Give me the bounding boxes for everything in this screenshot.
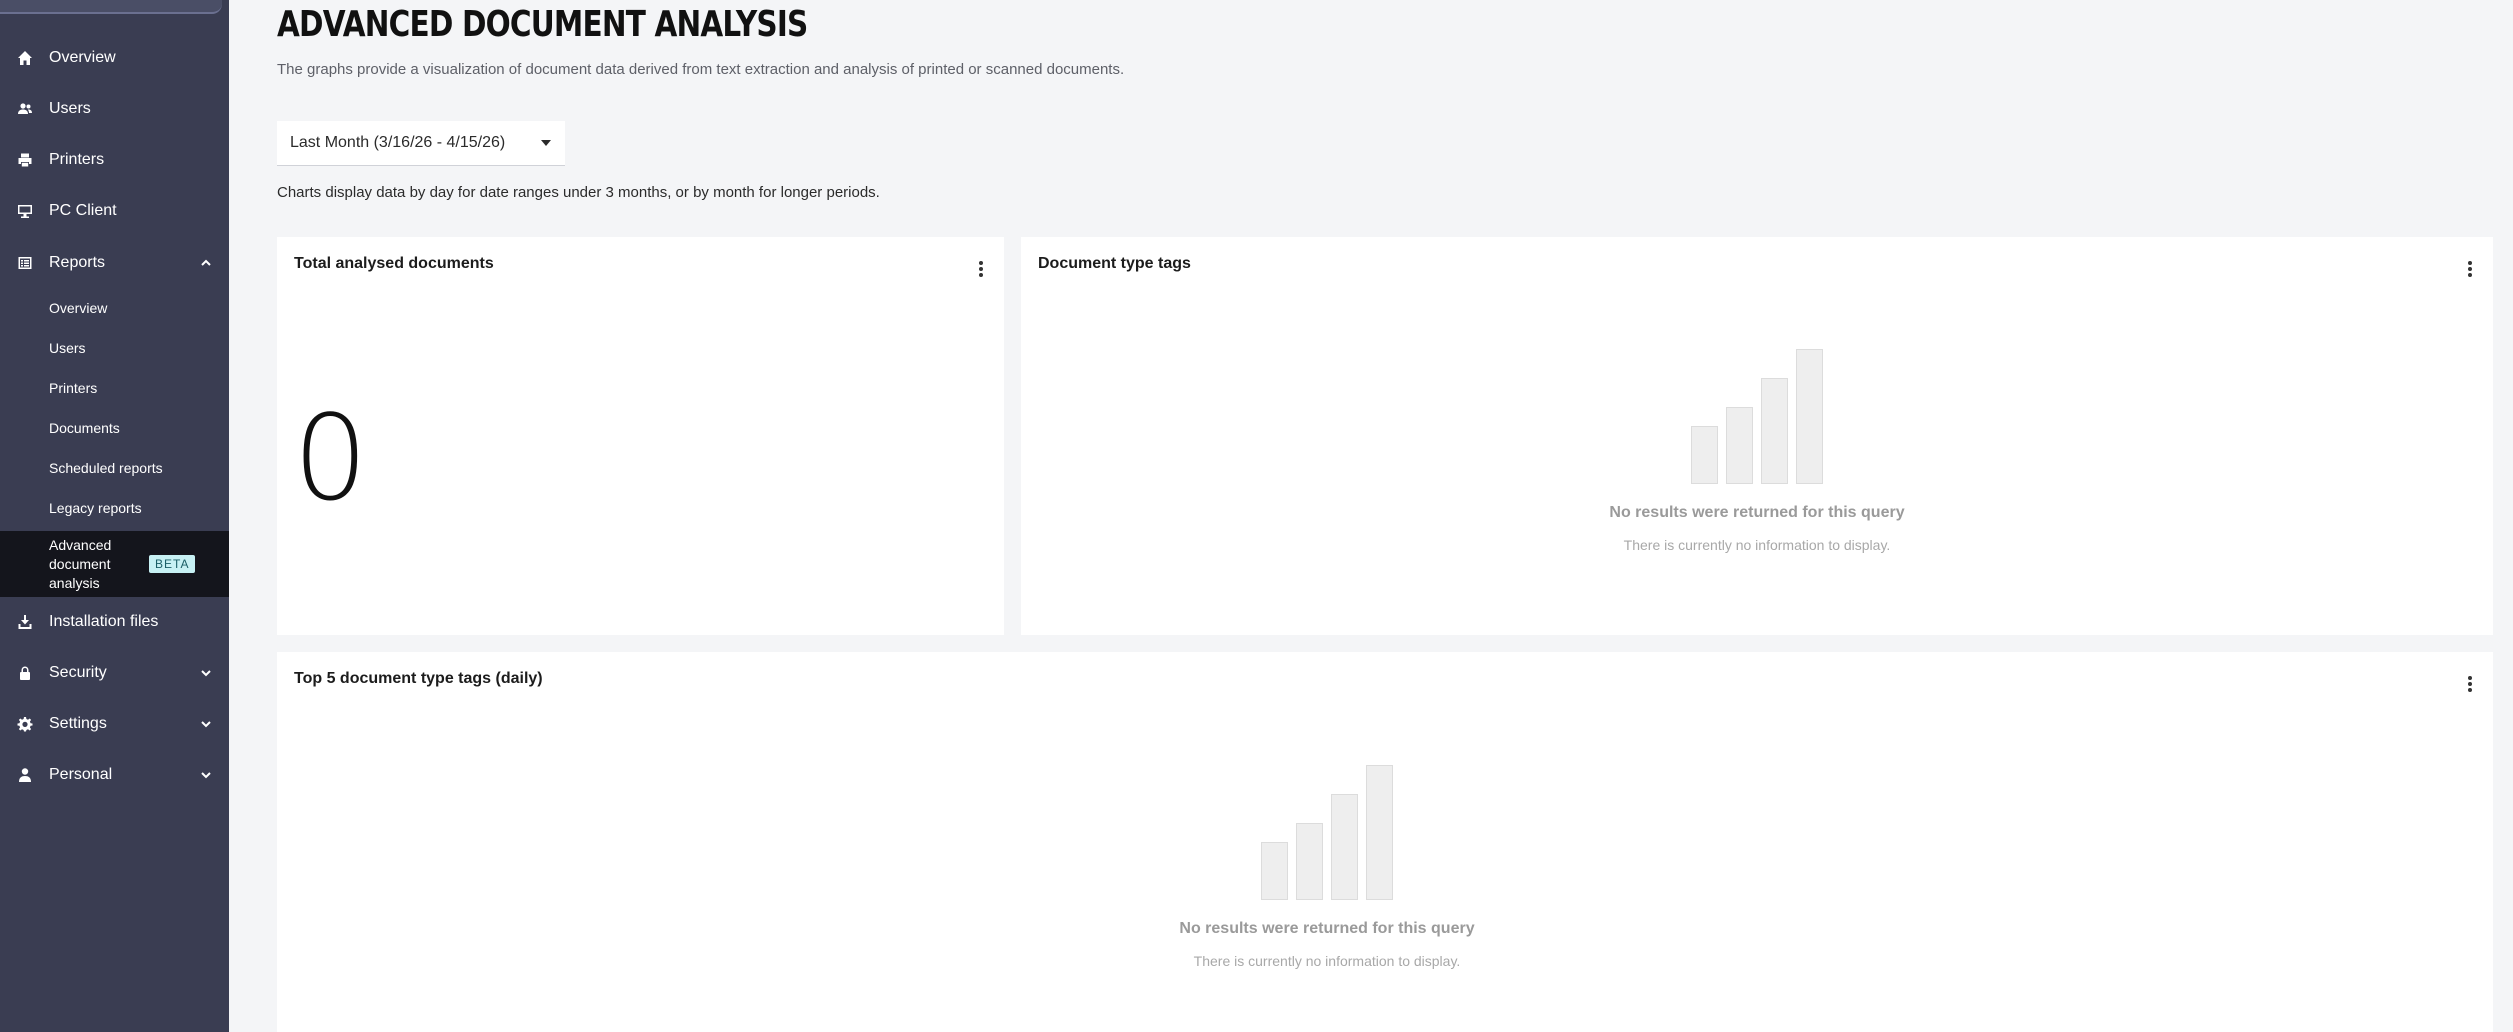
empty-state-message: There is currently no information to dis… [1623, 537, 1891, 553]
more-options-icon[interactable] [2463, 259, 2477, 279]
users-icon [16, 100, 34, 118]
date-range-note: Charts display data by day for date rang… [277, 184, 880, 201]
sidebar-item-users[interactable]: Users [0, 84, 229, 134]
sidebar-subitem-label: Overview [49, 300, 108, 316]
more-options-icon[interactable] [974, 259, 988, 279]
empty-chart-icon [1261, 763, 1393, 900]
top5-document-type-tags-card: Top 5 document type tags (daily) No resu… [277, 652, 2493, 1032]
sidebar-subitem-label: Users [49, 340, 86, 356]
download-icon [16, 613, 34, 631]
document-type-tags-card: Document type tags No results were retur… [1021, 237, 2493, 635]
sidebar-item-label: PC Client [49, 202, 117, 219]
sidebar-subitem-advanced-document-analysis[interactable]: Advanced document analysis BETA [0, 531, 229, 597]
sidebar-item-printers[interactable]: Printers [0, 135, 229, 185]
sidebar-item-security[interactable]: Security [0, 648, 229, 698]
page-title: ADVANCED DOCUMENT ANALYSIS [277, 4, 808, 45]
empty-state-title: No results were returned for this query [1609, 504, 1905, 521]
date-range-select[interactable]: Last Month (3/16/26 - 4/15/26) [277, 121, 565, 166]
sidebar-subitem-legacy-reports[interactable]: Legacy reports [0, 488, 229, 528]
home-icon [16, 49, 34, 67]
sidebar-item-installation-files[interactable]: Installation files [0, 597, 229, 647]
sidebar-subitem-printers[interactable]: Printers [0, 368, 229, 408]
sidebar-item-label: Reports [49, 254, 106, 271]
reports-icon [16, 254, 34, 272]
sidebar-item-label: Printers [49, 151, 105, 168]
sidebar-header [0, 0, 229, 15]
monitor-icon [16, 202, 34, 220]
printer-icon [16, 151, 34, 169]
sidebar-subitem-label: Printers [49, 380, 98, 396]
sidebar-item-overview[interactable]: Overview [0, 33, 229, 83]
sidebar-subitem-scheduled-reports[interactable]: Scheduled reports [0, 448, 229, 488]
card-title: Total analysed documents [294, 255, 494, 272]
sidebar-subitem-label: Scheduled reports [49, 460, 163, 476]
chevron-up-icon[interactable] [199, 256, 213, 270]
sidebar-subitem-label: Advanced document analysis [49, 536, 112, 591]
sidebar-item-settings[interactable]: Settings [0, 699, 229, 749]
empty-state: No results were returned for this query … [1547, 347, 1967, 553]
sidebar-subitem-label: Documents [49, 420, 120, 436]
sidebar-item-label: Installation files [49, 613, 159, 630]
person-icon [16, 766, 34, 784]
sidebar: Overview Users Printers PC Client Report… [0, 0, 229, 1032]
card-title: Document type tags [1038, 255, 1191, 272]
sidebar-item-reports[interactable]: Reports [0, 238, 229, 288]
lock-icon [16, 664, 34, 682]
sidebar-header-bar [0, 0, 222, 14]
empty-state-title: No results were returned for this query [1179, 920, 1475, 937]
caret-down-icon [541, 140, 551, 146]
empty-state-message: There is currently no information to dis… [1193, 953, 1461, 969]
date-range-value: Last Month (3/16/26 - 4/15/26) [290, 134, 506, 151]
page-description: The graphs provide a visualization of do… [277, 61, 1125, 78]
chevron-down-icon[interactable] [199, 666, 213, 680]
sidebar-subitem-label: Legacy reports [49, 500, 142, 516]
total-analysed-documents-card: Total analysed documents 0 [277, 237, 1004, 635]
beta-badge: BETA [149, 555, 196, 573]
card-title: Top 5 document type tags (daily) [294, 670, 543, 687]
sidebar-item-label: Overview [49, 49, 116, 66]
more-options-icon[interactable] [2463, 674, 2477, 694]
total-documents-value: 0 [293, 389, 368, 527]
gear-icon [16, 715, 34, 733]
sidebar-item-label: Settings [49, 715, 107, 732]
sidebar-item-personal[interactable]: Personal [0, 750, 229, 800]
sidebar-item-pc-client[interactable]: PC Client [0, 186, 229, 236]
sidebar-item-label: Security [49, 664, 107, 681]
sidebar-subitem-users[interactable]: Users [0, 328, 229, 368]
sidebar-subitem-documents[interactable]: Documents [0, 408, 229, 448]
chevron-down-icon[interactable] [199, 717, 213, 731]
main-content: ADVANCED DOCUMENT ANALYSIS The graphs pr… [229, 0, 2513, 1032]
chevron-down-icon[interactable] [199, 768, 213, 782]
sidebar-item-label: Personal [49, 766, 113, 783]
sidebar-item-label: Users [49, 100, 91, 117]
empty-chart-icon [1691, 347, 1823, 484]
sidebar-subitem-overview[interactable]: Overview [0, 288, 229, 328]
empty-state: No results were returned for this query … [1117, 763, 1537, 969]
